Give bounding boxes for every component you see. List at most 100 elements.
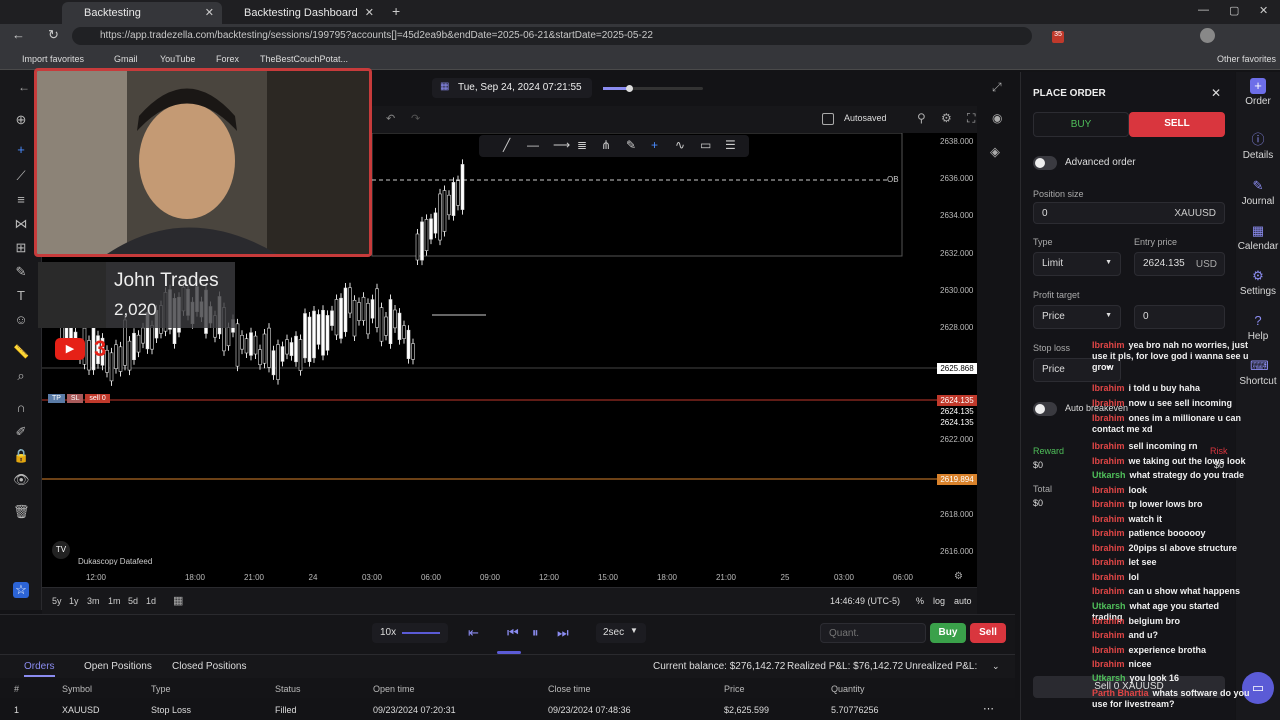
avatar[interactable] [1200, 28, 1215, 43]
step-back-icon[interactable]: ⏮ [507, 625, 519, 641]
nav-order[interactable]: + Order [1236, 78, 1280, 107]
jump-start-icon[interactable]: ⇤ [468, 625, 479, 641]
ruler-icon[interactable]: 📏 [13, 344, 29, 360]
range-5d[interactable]: 5d [128, 596, 138, 606]
tab-open-positions[interactable]: Open Positions [84, 661, 152, 672]
nav-help[interactable]: ? Help [1236, 313, 1280, 342]
nav-details[interactable]: ⓘ Details [1236, 132, 1280, 161]
trash-icon[interactable]: 🗑 [13, 504, 30, 520]
nav-journal[interactable]: ✎ Journal [1236, 178, 1280, 207]
layers-icon[interactable]: ◈ [990, 144, 1000, 160]
trendline-icon[interactable]: ⟋ [13, 168, 29, 184]
auto-scale[interactable]: auto [954, 596, 972, 606]
crosshair-icon[interactable]: + [651, 138, 658, 152]
close-icon[interactable]: ✕ [365, 6, 374, 19]
order-tag[interactable]: TP SL sell 0 [48, 394, 110, 406]
quantity-input[interactable] [820, 623, 926, 643]
menu-icon[interactable]: ☰ [725, 138, 736, 152]
maximize-icon[interactable]: ▢ [1229, 4, 1239, 17]
autosave-checkbox[interactable] [822, 113, 834, 125]
redo-icon[interactable]: ↷ [411, 112, 420, 125]
line-icon[interactable]: ╱ [503, 138, 510, 152]
table-row[interactable]: 1 XAUUSD Stop Loss Filled 09/23/2024 07:… [0, 700, 1015, 720]
pitchfork-icon[interactable]: ⋔ [601, 138, 611, 152]
tab-backtesting-dashboard[interactable]: Backtesting Dashboard ✕ [222, 2, 382, 24]
position-size-input[interactable]: 0 XAUUSD [1033, 202, 1225, 224]
rect-icon[interactable]: ▭ [700, 138, 711, 152]
pattern-icon[interactable]: ⋈ [13, 216, 29, 232]
favorites-icon[interactable]: ☆ [13, 582, 29, 598]
speed-slider[interactable] [402, 632, 440, 634]
range-5y[interactable]: 5y [52, 596, 62, 606]
camera-icon[interactable]: ◉ [992, 111, 1002, 125]
expand-icon[interactable]: ⤢ [992, 80, 1002, 95]
range-1d[interactable]: 1d [146, 596, 156, 606]
bookmark-youtube[interactable]: YouTube [160, 54, 195, 64]
alerts-icon[interactable]: ⚲ [917, 111, 926, 125]
entry-price-input[interactable]: 2624.135 USD [1134, 252, 1225, 276]
bookmark-import-favorites[interactable]: Import favorites [22, 54, 84, 64]
extension-badge[interactable]: 35 [1052, 31, 1064, 43]
sl-tag[interactable]: SL [66, 394, 84, 403]
order-type-select[interactable]: Limit ▼ [1033, 252, 1121, 276]
more-icon[interactable]: ⋯ [983, 702, 994, 715]
percent-scale[interactable]: % [916, 596, 924, 606]
log-scale[interactable]: log [933, 596, 945, 606]
magnet-icon[interactable]: ∩ [13, 400, 29, 416]
buy-toggle-button[interactable]: BUY [1033, 112, 1129, 137]
add-icon[interactable]: ⊕ [13, 112, 29, 128]
gear-icon[interactable]: ⚙ [941, 111, 952, 125]
minimize-icon[interactable]: — [1198, 4, 1209, 16]
session-datetime[interactable]: ▦ Tue, Sep 24, 2024 07:21:55 [432, 78, 592, 98]
hline-icon[interactable]: — [527, 138, 539, 152]
crosshair-icon[interactable]: + [13, 142, 29, 158]
slider-thumb[interactable] [626, 85, 633, 92]
brush-icon[interactable]: ✎ [626, 138, 636, 152]
close-icon[interactable]: ✕ [1211, 86, 1221, 100]
progress-slider[interactable] [603, 85, 703, 92]
channel-icon[interactable]: ≣ [577, 138, 587, 152]
step-forward-icon[interactable]: ⏭ [557, 625, 569, 641]
tab-backtesting[interactable]: Backtesting ✕ [62, 2, 222, 24]
bookmark-couchpotato[interactable]: TheBestCouchPotat... [260, 54, 348, 64]
pencil-lock-icon[interactable]: ✐ [13, 424, 29, 440]
nav-calendar[interactable]: ▦ Calendar [1236, 223, 1280, 252]
close-window-icon[interactable]: ✕ [1259, 4, 1268, 17]
chevron-down-icon[interactable]: ⌄ [992, 661, 1000, 672]
position-icon[interactable]: ⊞ [13, 240, 29, 256]
lock-icon[interactable]: 🔒 [13, 448, 29, 464]
eye-icon[interactable]: 👁 [13, 472, 30, 488]
pause-icon[interactable]: ⏸ [532, 625, 539, 641]
close-icon[interactable]: ✕ [205, 6, 214, 19]
fullscreen-icon[interactable]: ⛶ [967, 111, 975, 126]
tab-closed-positions[interactable]: Closed Positions [172, 661, 246, 672]
bookmark-gmail[interactable]: Gmail [114, 54, 138, 64]
quick-sell-button[interactable]: Sell [970, 623, 1006, 643]
bookmark-other-favorites[interactable]: Other favorites [1217, 54, 1276, 64]
url-field[interactable]: https://app.tradezella.com/backtesting/s… [72, 27, 1032, 45]
wave-icon[interactable]: ∿ [675, 138, 685, 152]
tp-tag[interactable]: TP [48, 394, 65, 403]
bookmark-forex[interactable]: Forex [216, 54, 239, 64]
nav-settings[interactable]: ⚙ Settings [1236, 268, 1280, 297]
sell-order-tag[interactable]: sell 0 [85, 394, 110, 403]
back-arrow-icon[interactable]: ← [18, 80, 30, 94]
range-3m[interactable]: 3m [87, 596, 100, 606]
ray-icon[interactable]: ⟶ [553, 138, 570, 152]
settings-gear-icon[interactable]: ⚙ [954, 571, 963, 582]
quick-buy-button[interactable]: Buy [930, 623, 966, 643]
undo-icon[interactable]: ↶ [386, 112, 395, 125]
range-1y[interactable]: 1y [69, 596, 79, 606]
speed-control[interactable]: 10x [372, 623, 448, 643]
timezone-label[interactable]: 14:46:49 (UTC-5) [830, 596, 900, 606]
new-tab-icon[interactable]: + [392, 3, 400, 19]
profit-mode-select[interactable]: Price ▼ [1033, 305, 1121, 329]
auto-breakeven-toggle[interactable] [1033, 402, 1057, 416]
back-icon[interactable]: ← [12, 27, 25, 42]
brush-icon[interactable]: ✎ [13, 264, 29, 280]
profit-target-input[interactable]: 0 [1134, 305, 1225, 329]
advanced-order-toggle[interactable] [1033, 156, 1057, 170]
calendar-icon[interactable]: ▦ [173, 594, 183, 607]
fib-icon[interactable]: ≡ [13, 192, 29, 208]
refresh-icon[interactable]: ↻ [48, 27, 59, 43]
